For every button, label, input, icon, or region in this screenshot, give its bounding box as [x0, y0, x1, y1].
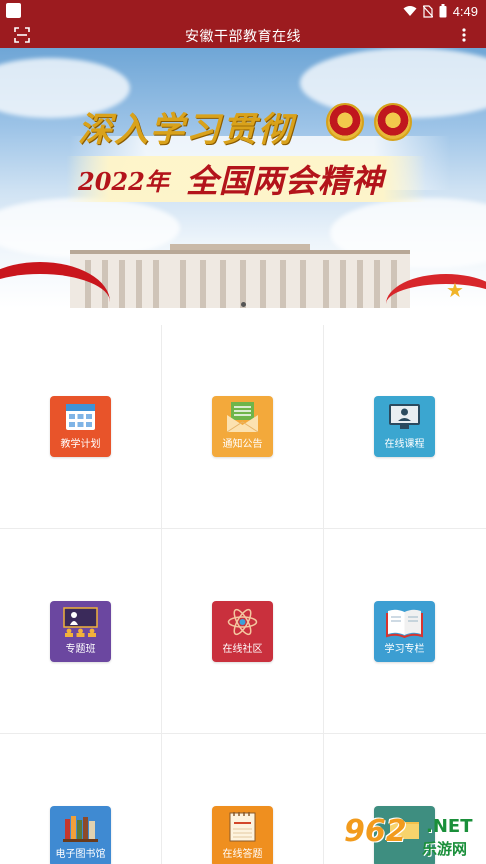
- status-time: 4:49: [452, 3, 478, 19]
- tile-label: 通知公告: [222, 439, 263, 450]
- no-sim-icon: [422, 4, 433, 18]
- wifi-icon: [403, 6, 417, 16]
- page-title: 安徽干部教育在线: [185, 28, 301, 44]
- status-bar: 4:49: [0, 0, 486, 22]
- tile-label: 电子图书馆: [55, 849, 106, 860]
- app-bar: 安徽干部教育在线: [0, 22, 486, 48]
- monitor-icon: [389, 404, 420, 429]
- classroom-icon: [63, 607, 98, 637]
- teaching-plan-button[interactable]: 教学计划: [50, 396, 111, 457]
- banner-year: 2022年: [78, 167, 169, 196]
- cppcc-emblem-icon: [374, 103, 412, 141]
- watermark-domain: .NET: [426, 816, 473, 837]
- notepad-icon: [229, 812, 256, 842]
- national-emblem-icon: [326, 103, 364, 141]
- tile-label: 学习专栏: [384, 644, 425, 655]
- envelope-icon: [226, 402, 259, 433]
- special-class-button[interactable]: 专题班: [50, 601, 111, 662]
- watermark-number: 962: [344, 814, 407, 849]
- banner-subheadline: 全国两会精神: [186, 162, 385, 200]
- tile-label: 在线社区: [222, 644, 263, 655]
- carousel-indicator: [0, 294, 486, 308]
- atom-icon: [227, 608, 258, 636]
- online-quiz-button[interactable]: 在线答题: [212, 806, 273, 864]
- book-icon: [386, 609, 423, 638]
- bookshelf-icon: [63, 816, 98, 842]
- online-course-button[interactable]: 在线课程: [374, 396, 435, 457]
- notification-icon: [6, 3, 21, 18]
- tile-label: 教学计划: [60, 439, 101, 450]
- tile-label: 在线答题: [222, 849, 263, 860]
- tile-label: 专题班: [65, 644, 96, 655]
- online-community-button[interactable]: 在线社区: [212, 601, 273, 662]
- calendar-icon: [66, 404, 95, 430]
- banner-headline: 深入学习贯彻: [78, 110, 294, 150]
- more-options-icon[interactable]: [456, 27, 472, 43]
- watermark-name: 乐游网: [422, 841, 468, 858]
- battery-icon: [439, 4, 447, 18]
- site-watermark: 962 .NET 乐游网: [344, 810, 482, 860]
- banner-carousel[interactable]: 深入学习贯彻 2022年 全国两会精神 ★: [0, 48, 486, 308]
- tile-label: 在线课程: [384, 439, 425, 450]
- study-column-button[interactable]: 学习专栏: [374, 601, 435, 662]
- notice-button[interactable]: 通知公告: [212, 396, 273, 457]
- e-library-button[interactable]: 电子图书馆: [50, 806, 111, 864]
